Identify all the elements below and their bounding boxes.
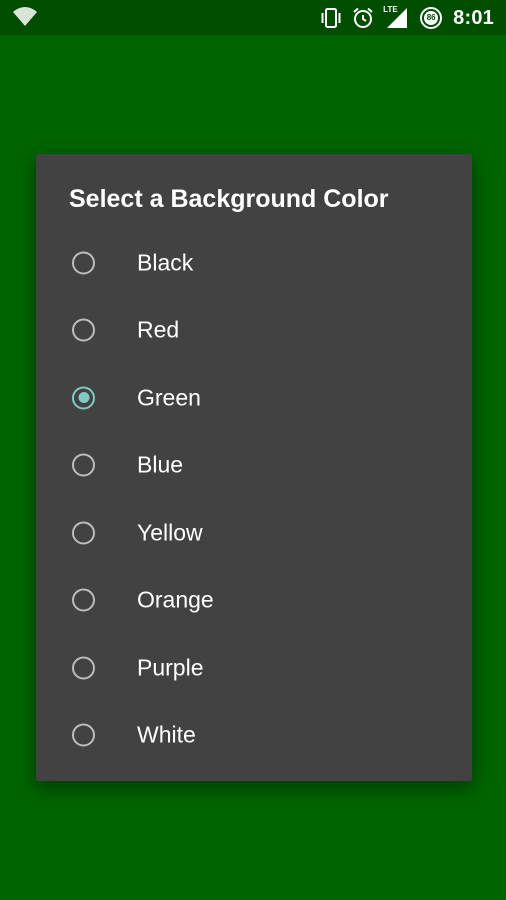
radio-button[interactable] [72, 723, 95, 747]
radio-button[interactable] [72, 318, 95, 342]
radio-button[interactable] [72, 521, 95, 545]
radio-button[interactable] [72, 588, 95, 612]
svg-text:?: ? [29, 18, 36, 28]
battery-level: 86 [426, 13, 436, 22]
option-white[interactable]: White [36, 702, 472, 770]
option-blue[interactable]: Blue [36, 432, 472, 500]
option-label: Orange [137, 586, 214, 613]
option-black[interactable]: Black [36, 229, 472, 297]
option-purple[interactable]: Purple [36, 634, 472, 702]
option-label: White [137, 721, 196, 748]
battery-saver-icon: 86 [419, 6, 443, 30]
network-type-label: LTE [383, 5, 398, 14]
option-label: Purple [137, 654, 204, 681]
radio-button[interactable] [72, 386, 95, 410]
option-yellow[interactable]: Yellow [36, 499, 472, 567]
status-bar: ? LTE 86 8:01 [0, 0, 506, 35]
option-orange[interactable]: Orange [36, 567, 472, 635]
wifi-unknown-icon: ? [12, 6, 38, 30]
status-time: 8:01 [453, 6, 494, 29]
option-label: Red [137, 316, 180, 343]
color-option-list: Black Red Green Blue Yellow Orange Purpl… [36, 229, 472, 769]
option-label: Green [137, 384, 201, 411]
option-label: Blue [137, 451, 184, 478]
dialog-title: Select a Background Color [69, 185, 389, 213]
signal-icon: LTE [383, 5, 411, 30]
vibrate-icon [319, 6, 343, 30]
option-red[interactable]: Red [36, 297, 472, 365]
color-picker-dialog: Select a Background Color Black Red Gree… [36, 154, 472, 781]
option-green[interactable]: Green [36, 364, 472, 432]
alarm-icon [351, 6, 375, 30]
option-label: Yellow [137, 519, 203, 546]
radio-button[interactable] [72, 251, 95, 275]
option-label: Black [137, 249, 194, 276]
radio-button[interactable] [72, 656, 95, 680]
radio-button[interactable] [72, 453, 95, 477]
